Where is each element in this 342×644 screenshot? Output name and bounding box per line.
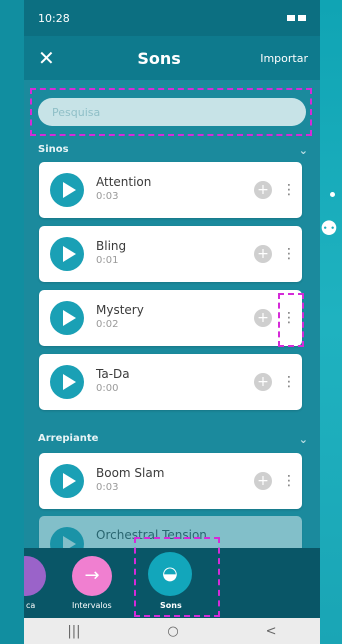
header: ✕ Sons Importar xyxy=(24,36,320,80)
page-title: Sons xyxy=(137,48,181,68)
tab-label[interactable]: ca xyxy=(26,601,35,610)
more-options-icon[interactable]: ⋮ xyxy=(282,178,296,202)
play-icon[interactable] xyxy=(50,365,84,399)
tab-intervals-icon[interactable]: → xyxy=(72,556,112,596)
tab-label[interactable]: Intervalos xyxy=(72,601,112,610)
sound-name: Mystery xyxy=(96,303,144,317)
sound-duration: 0:01 xyxy=(96,255,119,266)
sound-item[interactable]: Attention 0:03 + ⋮ xyxy=(39,162,302,218)
sound-duration: 0:03 xyxy=(96,482,119,493)
sound-item[interactable]: Mystery 0:02 + ⋮ xyxy=(39,290,302,346)
highlight-sounds-tab xyxy=(134,537,220,617)
sound-duration: 0:02 xyxy=(96,319,119,330)
section-header-arrepiante[interactable]: Arrepiante ⌄ xyxy=(38,433,308,446)
more-options-icon[interactable]: ⋮ xyxy=(282,370,296,394)
chevron-down-icon: ⌄ xyxy=(298,433,308,446)
play-icon[interactable] xyxy=(50,173,84,207)
status-icons xyxy=(287,15,306,21)
tab-music-icon[interactable] xyxy=(24,556,46,596)
add-icon[interactable]: + xyxy=(254,373,272,391)
play-icon[interactable] xyxy=(50,237,84,271)
phone-screen: 10:28 ✕ Sons Importar Sinos ⌄ Attention … xyxy=(24,0,320,644)
sound-name: Bling xyxy=(96,239,127,253)
page-dot-icon xyxy=(330,192,335,197)
recent-apps-icon[interactable]: ||| xyxy=(67,624,80,639)
battery-icon xyxy=(298,15,306,21)
back-icon[interactable]: < xyxy=(266,624,277,639)
sound-item[interactable]: Bling 0:01 + ⋮ xyxy=(39,226,302,282)
more-options-icon[interactable]: ⋮ xyxy=(282,469,296,493)
notification-icon xyxy=(287,15,295,21)
sound-name: Boom Slam xyxy=(96,466,165,480)
import-button[interactable]: Importar xyxy=(260,52,308,65)
sound-item[interactable]: Ta-Da 0:00 + ⋮ xyxy=(39,354,302,410)
people-icon: ⚉ xyxy=(320,216,338,240)
add-icon[interactable]: + xyxy=(254,309,272,327)
sound-duration: 0:03 xyxy=(96,191,119,202)
play-icon[interactable] xyxy=(50,464,84,498)
system-nav-bar: ||| ○ < xyxy=(24,618,320,644)
add-icon[interactable]: + xyxy=(254,245,272,263)
highlight-search xyxy=(30,88,312,136)
section-title: Sinos xyxy=(38,144,69,155)
highlight-more-options xyxy=(278,293,304,347)
more-options-icon[interactable]: ⋮ xyxy=(282,242,296,266)
sound-name: Ta-Da xyxy=(96,367,130,381)
chevron-down-icon: ⌄ xyxy=(298,144,308,157)
sound-item[interactable]: Boom Slam 0:03 + ⋮ xyxy=(39,453,302,509)
close-icon[interactable]: ✕ xyxy=(38,46,58,70)
background-left xyxy=(0,0,24,644)
status-time: 10:28 xyxy=(38,11,70,25)
home-icon[interactable]: ○ xyxy=(167,624,178,639)
play-icon[interactable] xyxy=(50,301,84,335)
add-icon[interactable]: + xyxy=(254,472,272,490)
add-icon[interactable]: + xyxy=(254,181,272,199)
section-header-sinos[interactable]: Sinos ⌄ xyxy=(38,144,308,157)
status-bar: 10:28 xyxy=(24,0,320,36)
sound-duration: 0:00 xyxy=(96,383,119,394)
sound-name: Attention xyxy=(96,175,152,189)
section-title: Arrepiante xyxy=(38,433,99,444)
